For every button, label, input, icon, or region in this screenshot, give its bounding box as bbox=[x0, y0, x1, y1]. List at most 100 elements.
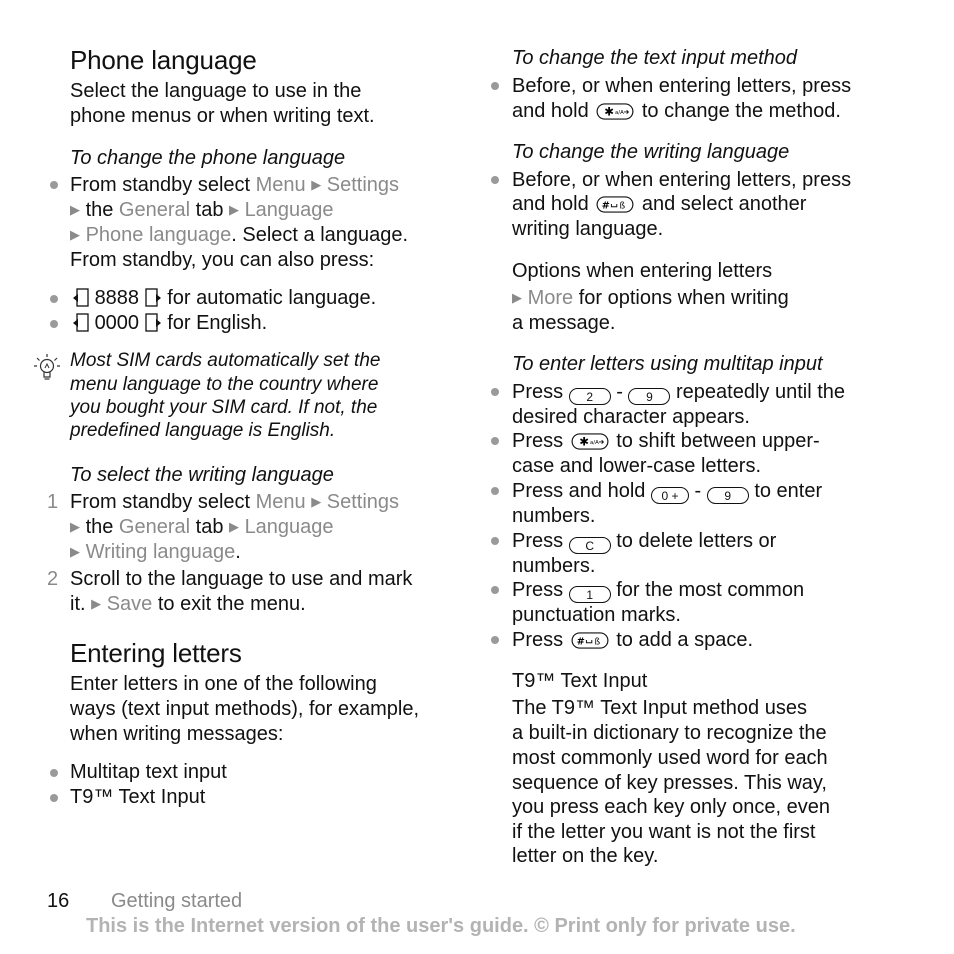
subheading-change-phone-language: To change the phone language bbox=[70, 147, 346, 169]
key-2-icon: 2 bbox=[568, 388, 611, 405]
arrow-icon: ▶ bbox=[311, 494, 322, 509]
tip-line: predefined language is English. bbox=[70, 420, 336, 441]
writing-language-link: Writing language bbox=[85, 541, 236, 563]
text: and select another bbox=[636, 193, 807, 215]
t9-body-line: if the letter you want is not the first bbox=[512, 821, 816, 843]
intro-line: phone menus or when writing text. bbox=[70, 105, 375, 127]
text: Press bbox=[512, 530, 569, 552]
bullet bbox=[491, 487, 499, 495]
text: for options when writing bbox=[573, 287, 789, 309]
text: Press bbox=[512, 579, 569, 601]
heading-options-entering-letters: Options when entering letters bbox=[512, 260, 773, 282]
key-c-icon: C bbox=[568, 537, 611, 554]
t9-body-line: The T9™ Text Input method uses bbox=[512, 697, 807, 719]
arrow-icon: ▶ bbox=[70, 227, 80, 242]
text: Press bbox=[512, 629, 569, 651]
step-line: ▶ More for options when writing bbox=[512, 286, 789, 310]
text: to add a space. bbox=[610, 629, 754, 651]
bullet bbox=[491, 176, 499, 184]
text: for the most common bbox=[610, 579, 805, 601]
copyright-notice: This is the Internet version of the user… bbox=[86, 915, 796, 937]
bullet bbox=[50, 295, 58, 303]
text: - bbox=[688, 480, 707, 502]
intro-line: Enter letters in one of the following bbox=[70, 673, 377, 695]
t9-body-line: sequence of key presses. This way, bbox=[512, 772, 827, 794]
bullet bbox=[491, 537, 499, 545]
right-selection-key-icon bbox=[144, 288, 161, 307]
bullet bbox=[50, 769, 58, 777]
step-line: Before, or when entering letters, press bbox=[512, 75, 852, 97]
step-line: Scroll to the language to use and mark bbox=[70, 568, 413, 590]
multitap-item: Press # ß to add a space. bbox=[512, 628, 753, 652]
text: - bbox=[610, 381, 629, 403]
settings-link: Settings bbox=[326, 174, 400, 196]
step-line: ▶ Writing language. bbox=[70, 540, 241, 564]
general-link: General bbox=[118, 516, 191, 538]
subheading-change-input-method: To change the text input method bbox=[512, 47, 798, 69]
step-line: ▶ the General tab ▶ Language bbox=[70, 198, 334, 222]
lightbulb-icon bbox=[34, 354, 60, 380]
text: Press and hold bbox=[512, 480, 651, 502]
hash-space-key-icon: # ß bbox=[571, 632, 609, 649]
text: repeatedly until the bbox=[670, 381, 846, 403]
method-item: Multitap text input bbox=[70, 761, 227, 783]
svg-text:ß: ß bbox=[594, 638, 600, 648]
general-link: General bbox=[118, 199, 191, 221]
key-1-icon: 1 bbox=[568, 586, 611, 603]
shortcut-english: 0000 for English. bbox=[72, 311, 267, 335]
step-number: 2 bbox=[47, 568, 59, 590]
phone-language-link: Phone language bbox=[85, 224, 232, 246]
svg-text:✱: ✱ bbox=[579, 435, 589, 449]
intro-line: ways (text input methods), for example, bbox=[70, 698, 420, 720]
hash-space-key-icon: # ß bbox=[596, 196, 634, 213]
key-9-icon: 9 bbox=[706, 487, 749, 504]
arrow-icon: ▶ bbox=[311, 177, 322, 192]
text: to enter bbox=[748, 480, 823, 502]
bullet bbox=[491, 437, 499, 445]
step-line: From standby select Menu ▶ Settings bbox=[70, 490, 399, 514]
heading-t9-text-input: T9™ Text Input bbox=[512, 670, 648, 692]
star-shift-key-icon: ✱ a/A bbox=[596, 103, 634, 120]
arrow-icon: ▶ bbox=[91, 596, 102, 611]
t9-body-line: most commonly used word for each bbox=[512, 747, 828, 769]
tip-line: you bought your SIM card. If not, the bbox=[70, 397, 378, 418]
text: tab bbox=[190, 516, 229, 538]
t9-body-line: a built-in dictionary to recognize the bbox=[512, 722, 827, 744]
step-line: writing language. bbox=[512, 218, 664, 240]
key-0-plus-icon: 0 + bbox=[650, 487, 689, 504]
svg-text:a/A: a/A bbox=[615, 110, 624, 116]
arrow-icon: ▶ bbox=[70, 519, 80, 534]
text: tab bbox=[190, 199, 229, 221]
bullet bbox=[491, 586, 499, 594]
text: the bbox=[85, 516, 119, 538]
step-line: and hold # ß and select another bbox=[512, 192, 806, 216]
subheading-multitap-input: To enter letters using multitap input bbox=[512, 353, 823, 375]
text: . bbox=[235, 541, 241, 563]
svg-text:ß: ß bbox=[620, 202, 626, 212]
shortcut-text: for automatic language. bbox=[167, 287, 377, 309]
section-name: Getting started bbox=[111, 890, 243, 912]
menu-link: Menu bbox=[255, 174, 306, 196]
tip-line: menu language to the country where bbox=[70, 374, 379, 395]
tip-line: Most SIM cards automatically set the bbox=[70, 350, 381, 371]
key-9-icon: 9 bbox=[628, 388, 671, 405]
svg-text:a/A: a/A bbox=[590, 440, 599, 446]
language-link: Language bbox=[244, 199, 334, 221]
text: to exit the menu. bbox=[152, 593, 306, 615]
language-link: Language bbox=[244, 516, 334, 538]
step-line: From standby select Menu ▶ Settings bbox=[70, 173, 399, 197]
left-selection-key-icon bbox=[73, 313, 89, 332]
multitap-item: Press and hold 0 + - 9 to enter bbox=[512, 479, 822, 504]
shortcut-text: for English. bbox=[167, 312, 268, 334]
more-link: More bbox=[527, 287, 574, 309]
step-number: 1 bbox=[47, 491, 59, 513]
step-line: From standby, you can also press: bbox=[70, 249, 375, 271]
multitap-item-cont: punctuation marks. bbox=[512, 604, 681, 626]
shortcut-code: 0000 bbox=[94, 312, 140, 334]
text: the bbox=[85, 199, 119, 221]
settings-link: Settings bbox=[326, 491, 400, 513]
text: From standby select bbox=[70, 174, 256, 196]
star-shift-key-icon: ✱ a/A bbox=[571, 433, 609, 450]
left-selection-key-icon bbox=[73, 288, 89, 307]
bullet bbox=[491, 636, 499, 644]
